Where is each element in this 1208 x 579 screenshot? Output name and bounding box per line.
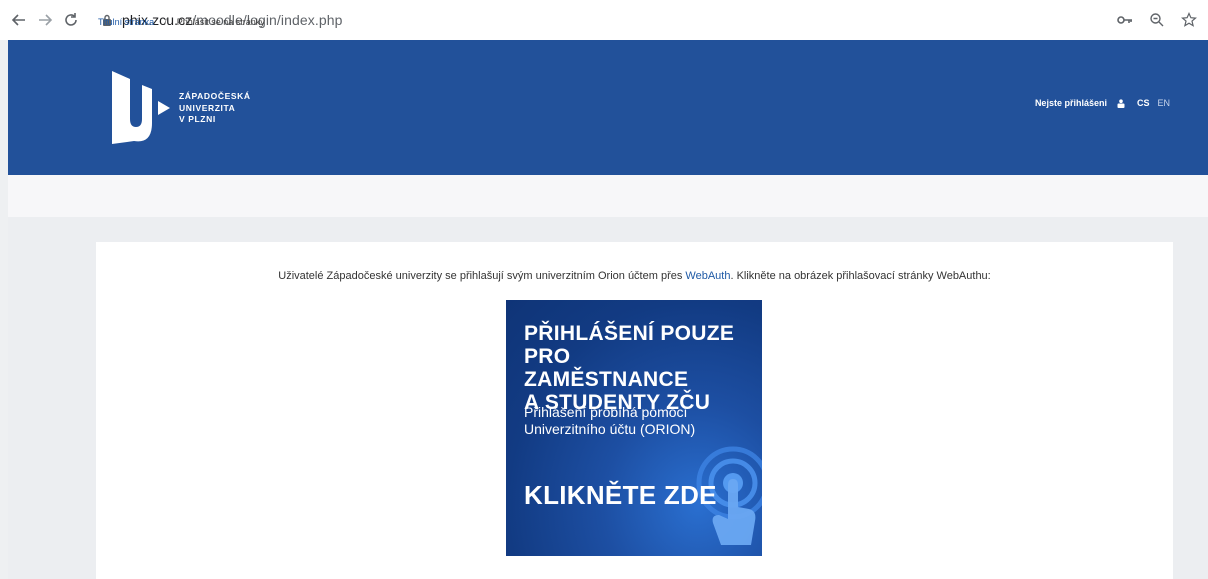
university-logo[interactable]: ZÁPADOČESKÁ UNIVERZITA V PLZNI xyxy=(112,71,292,146)
banner-title: PŘIHLÁŠENÍ POUZE PRO ZAMĚSTNANCE A STUDE… xyxy=(524,322,735,414)
site-header: ZÁPADOČESKÁ UNIVERZITA V PLZNI Nejste př… xyxy=(8,40,1208,175)
language-cs[interactable]: CS xyxy=(1137,98,1150,108)
logo-arrow-icon xyxy=(158,101,170,115)
user-icon[interactable] xyxy=(1117,98,1125,108)
reload-icon[interactable] xyxy=(58,7,84,33)
breadcrumb: Titulní stránka / Přihlásit se na stránk… xyxy=(98,17,265,27)
university-logo-mark xyxy=(112,71,152,144)
login-intro-text: Uživatelé Západočeské univerzity se přih… xyxy=(278,270,991,282)
login-card: Uživatelé Západočeské univerzity se přih… xyxy=(96,242,1173,579)
logo-text: ZÁPADOČESKÁ UNIVERZITA V PLZNI xyxy=(179,91,251,124)
breadcrumb-home[interactable]: Titulní stránka xyxy=(98,17,154,27)
login-status: Nejste přihlášeni xyxy=(1034,98,1107,108)
breadcrumb-current: Přihlásit se na stránky xyxy=(176,17,265,27)
forward-arrow-icon[interactable] xyxy=(32,7,58,33)
banner-subtitle: Přihlášení probíhá pomocí Univerzitního … xyxy=(524,404,696,437)
webauth-login-banner[interactable]: PŘIHLÁŠENÍ POUZE PRO ZAMĚSTNANCE A STUDE… xyxy=(506,300,762,556)
webauth-link[interactable]: WebAuth xyxy=(685,270,730,282)
banner-cta: KLIKNĚTE ZDE xyxy=(524,480,717,510)
back-arrow-icon[interactable] xyxy=(6,7,32,33)
key-icon[interactable] xyxy=(1114,7,1136,33)
breadcrumb-separator: / xyxy=(164,17,167,27)
star-icon[interactable] xyxy=(1178,7,1200,33)
breadcrumb-bar xyxy=(8,175,1208,217)
language-en[interactable]: EN xyxy=(1157,98,1170,108)
zoom-icon[interactable] xyxy=(1146,7,1168,33)
